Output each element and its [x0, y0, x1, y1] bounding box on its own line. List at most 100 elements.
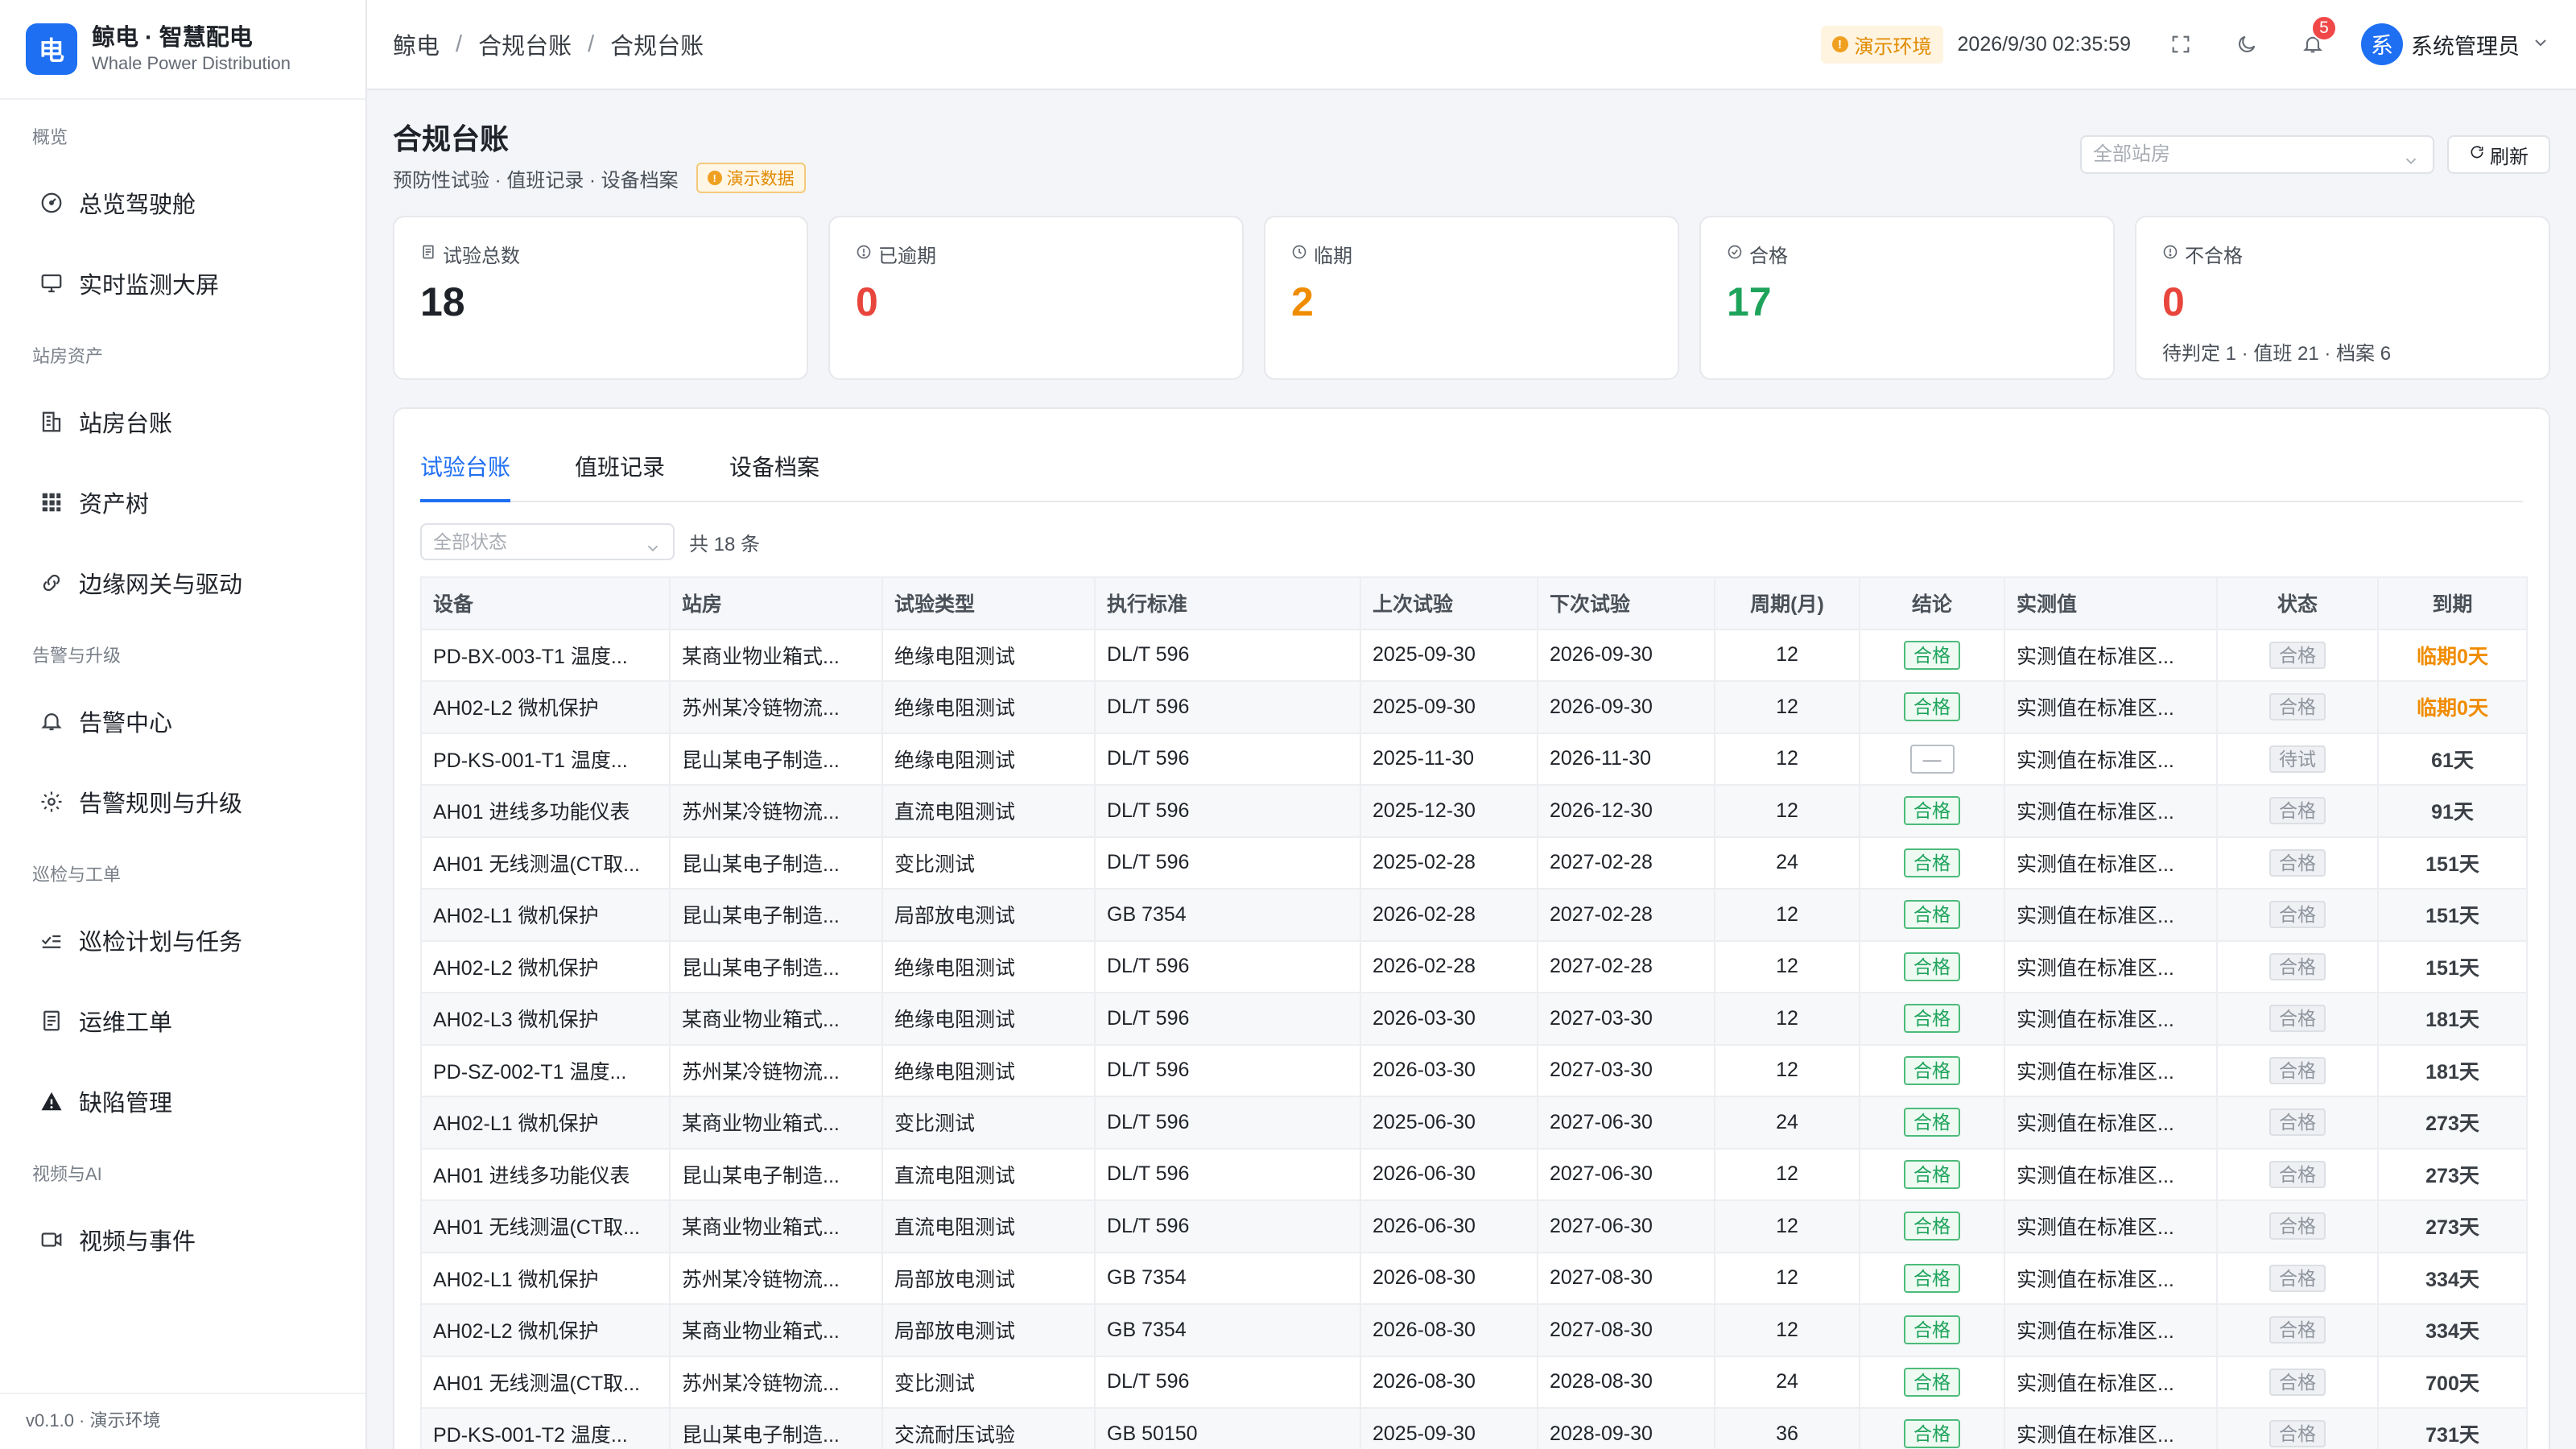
status-badge: 合格 — [2269, 1056, 2326, 1084]
sidebar-item-defects[interactable]: 缺陷管理 — [0, 1066, 365, 1137]
table-cell: 苏州某冷链物流... — [669, 1355, 883, 1409]
stat-value: 17 — [1727, 279, 1772, 324]
table-cell: 91天 — [2377, 784, 2528, 838]
table-cell: 实测值在标准区... — [2004, 1096, 2218, 1150]
table-row[interactable]: AH01 无线测温(CT取... 昆山某电子制造... 变比测试 DL/T 596 20… — [420, 836, 2528, 890]
stat-extra: 待判定 1 · 值班 21 · 档案 6 — [2162, 343, 2392, 365]
column-header[interactable]: 结论 — [1859, 576, 2005, 630]
sidebar-item-inspection-plan[interactable]: 巡检计划与任务 — [0, 905, 365, 976]
table-cell: DL/T 596 — [1094, 992, 1361, 1046]
column-header[interactable]: 站房 — [669, 576, 883, 630]
chevron-down-icon[interactable] — [2531, 33, 2550, 56]
sidebar-item-dashboard[interactable]: 总览驾驶舱 — [0, 167, 365, 238]
status-filter-select[interactable]: 全部状态 — [420, 523, 675, 560]
table-cell: 昆山某电子制造... — [669, 1407, 883, 1449]
table-row[interactable]: PD-BX-003-T1 温度... 某商业物业箱式... 绝缘电阻测试 DL/T 5… — [420, 628, 2528, 682]
tab-equipment-files[interactable]: 设备档案 — [729, 449, 819, 502]
sidebar-item-station-ledger[interactable]: 站房台账 — [0, 386, 365, 457]
fullscreen-button[interactable] — [2165, 28, 2197, 60]
table-row[interactable]: AH01 进线多功能仪表 昆山某电子制造... 直流电阻测试 DL/T 596 2026… — [420, 1147, 2528, 1201]
table-cell: 合格 — [2216, 1199, 2379, 1253]
table-cell: 绝缘电阻测试 — [881, 1043, 1096, 1097]
table-cell: AH01 进线多功能仪表 — [420, 784, 671, 838]
column-header[interactable]: 到期 — [2377, 576, 2528, 630]
table-cell: AH01 无线测温(CT取... — [420, 1199, 671, 1253]
table-cell: AH02-L2 微机保护 — [420, 1303, 671, 1357]
table-cell: 合格 — [2216, 836, 2379, 890]
table-cell: 合格 — [1859, 1043, 2005, 1097]
table-row[interactable]: AH01 无线测温(CT取... 苏州某冷链物流... 变比测试 DL/T 596 20… — [420, 1355, 2528, 1409]
table-cell: AH02-L2 微机保护 — [420, 680, 671, 734]
sidebar-item-video-events[interactable]: 视频与事件 — [0, 1204, 365, 1275]
sidebar-item-edge-gateway[interactable]: 边缘网关与驱动 — [0, 547, 365, 618]
table-cell: 2027-08-30 — [1537, 1303, 1715, 1357]
tab-duty-records[interactable]: 值班记录 — [575, 449, 665, 502]
table-cell: 苏州某冷链物流... — [669, 1251, 883, 1305]
stat-label: 已逾期 — [878, 246, 936, 267]
alert-circle-icon — [2162, 243, 2178, 266]
table-cell: 合格 — [1859, 1355, 2005, 1409]
theme-toggle-button[interactable] — [2231, 28, 2263, 60]
table-row[interactable]: AH02-L2 微机保护 苏州某冷链物流... 绝缘电阻测试 DL/T 596 2025… — [420, 680, 2528, 734]
table-cell: AH02-L1 微机保护 — [420, 1096, 671, 1150]
column-header[interactable]: 实测值 — [2004, 576, 2218, 630]
table-row[interactable]: AH02-L2 微机保护 某商业物业箱式... 局部放电测试 GB 7354 2026-… — [420, 1303, 2528, 1357]
table-row[interactable]: AH02-L1 微机保护 昆山某电子制造... 局部放电测试 GB 7354 2026-… — [420, 888, 2528, 942]
username[interactable]: 系统管理员 — [2411, 29, 2520, 60]
table-cell: AH02-L3 微机保护 — [420, 992, 671, 1046]
table-row[interactable]: PD-SZ-002-T1 温度... 苏州某冷链物流... 绝缘电阻测试 DL/T 5… — [420, 1043, 2528, 1097]
sidebar-item-alarm-rules[interactable]: 告警规则与升级 — [0, 766, 365, 837]
table-row[interactable]: AH02-L3 微机保护 某商业物业箱式... 绝缘电阻测试 DL/T 596 2026… — [420, 992, 2528, 1046]
sidebar-item-alarm-center[interactable]: 告警中心 — [0, 686, 365, 757]
avatar[interactable]: 系 — [2361, 23, 2403, 65]
table-row[interactable]: PD-KS-001-T1 温度... 昆山某电子制造... 绝缘电阻测试 DL/T 5… — [420, 732, 2528, 786]
table-cell: 2028-09-30 — [1537, 1407, 1715, 1449]
table-cell: AH01 无线测温(CT取... — [420, 836, 671, 890]
column-header[interactable]: 周期(月) — [1714, 576, 1860, 630]
table-row[interactable]: AH01 无线测温(CT取... 某商业物业箱式... 直流电阻测试 DL/T 596… — [420, 1199, 2528, 1253]
sidebar-item-asset-tree[interactable]: 资产树 — [0, 467, 365, 538]
breadcrumb-item[interactable]: 合规台账 — [478, 27, 572, 61]
table-cell: 待试 — [2216, 732, 2379, 786]
building-icon — [39, 409, 64, 435]
table-cell: 直流电阻测试 — [881, 1199, 1096, 1253]
refresh-label: 刷新 — [2490, 146, 2529, 168]
tab-test-ledger[interactable]: 试验台账 — [420, 449, 511, 502]
breadcrumb-item[interactable]: 鲸电 — [393, 27, 440, 61]
table-cell: 2026-12-30 — [1537, 784, 1715, 838]
sidebar-item-label: 运维工单 — [79, 1010, 173, 1036]
table-cell: 实测值在标准区... — [2004, 1303, 2218, 1357]
refresh-button[interactable]: 刷新 — [2447, 135, 2550, 174]
due-days: 273天 — [2425, 1113, 2479, 1136]
table-cell: 731天 — [2377, 1407, 2528, 1449]
table-cell: AH01 进线多功能仪表 — [420, 1147, 671, 1201]
notifications-button[interactable]: 5 — [2297, 15, 2337, 60]
table-row[interactable]: AH02-L1 微机保护 某商业物业箱式... 变比测试 DL/T 596 2025-0… — [420, 1096, 2528, 1150]
demo-data-label: 演示数据 — [726, 170, 795, 188]
table-row[interactable]: PD-KS-001-T2 温度... 昆山某电子制造... 交流耐压试验 GB 501… — [420, 1407, 2528, 1449]
table-cell: 昆山某电子制造... — [669, 732, 883, 786]
chevron-down-icon — [644, 534, 662, 568]
table-cell: 合格 — [1859, 1251, 2005, 1305]
table-row[interactable]: AH02-L1 微机保护 苏州某冷链物流... 局部放电测试 GB 7354 2026-… — [420, 1251, 2528, 1305]
table-cell: 合格 — [2216, 992, 2379, 1046]
brand[interactable]: 电 鲸电 · 智慧配电 Whale Power Distribution — [0, 0, 365, 100]
column-header[interactable]: 试验类型 — [881, 576, 1096, 630]
conclusion-tag: 合格 — [1904, 1367, 1960, 1397]
table-cell: 181天 — [2377, 1043, 2528, 1097]
column-header[interactable]: 下次试验 — [1537, 576, 1715, 630]
sidebar-item-work-orders[interactable]: 运维工单 — [0, 985, 365, 1056]
table-cell: 2026-02-28 — [1360, 939, 1538, 993]
table-row[interactable]: AH02-L2 微机保护 昆山某电子制造... 绝缘电阻测试 DL/T 596 2026… — [420, 939, 2528, 993]
sidebar-item-monitor-screen[interactable]: 实时监测大屏 — [0, 248, 365, 319]
station-select[interactable]: 全部站房 — [2080, 135, 2434, 174]
table-cell: 2025-06-30 — [1360, 1096, 1538, 1150]
table-cell: GB 50150 — [1094, 1407, 1361, 1449]
column-header[interactable]: 上次试验 — [1360, 576, 1538, 630]
table-cell: 合格 — [2216, 1043, 2379, 1097]
table-row[interactable]: AH01 进线多功能仪表 苏州某冷链物流... 直流电阻测试 DL/T 596 2025… — [420, 784, 2528, 838]
column-header[interactable]: 执行标准 — [1094, 576, 1361, 630]
table-cell: 2026-08-30 — [1360, 1355, 1538, 1409]
column-header[interactable]: 状态 — [2216, 576, 2379, 630]
column-header[interactable]: 设备 — [420, 576, 671, 630]
